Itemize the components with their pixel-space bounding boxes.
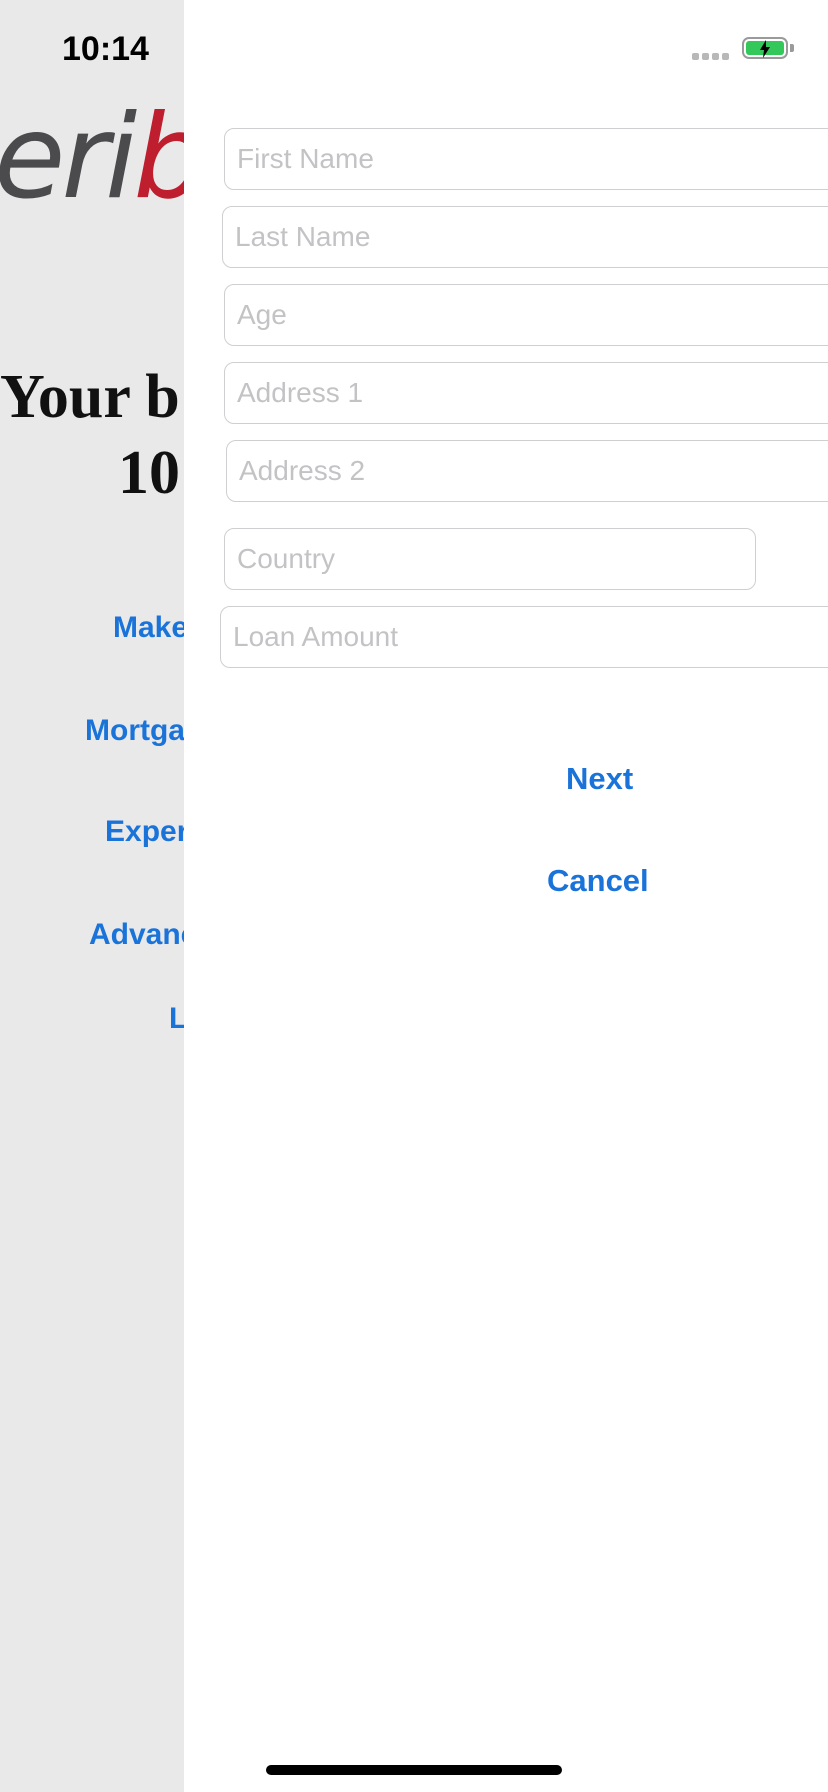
link-expenses[interactable]: Exper bbox=[105, 817, 184, 847]
link-make[interactable]: Make bbox=[113, 613, 184, 643]
address2-field[interactable] bbox=[226, 440, 828, 502]
age-field[interactable] bbox=[224, 284, 828, 346]
link-mortgage[interactable]: Mortga bbox=[85, 716, 184, 746]
status-time: 10:14 bbox=[62, 30, 149, 68]
battery-cap bbox=[790, 44, 794, 52]
first-name-field[interactable] bbox=[224, 128, 828, 190]
logo-text-dark: eri bbox=[0, 90, 137, 225]
bank-logo: erib bbox=[0, 100, 184, 216]
background-screen: erib Your b 10 Make Mortga Exper Advanc … bbox=[0, 0, 184, 1792]
balance-heading-line1: Your b bbox=[0, 363, 180, 431]
address1-field[interactable] bbox=[224, 362, 828, 424]
battery-charging-icon bbox=[742, 37, 788, 59]
next-button[interactable]: Next bbox=[566, 763, 633, 794]
last-name-field[interactable] bbox=[222, 206, 828, 268]
loan-application-sheet: Next Cancel bbox=[184, 0, 828, 1792]
link-advance[interactable]: Advanc bbox=[89, 920, 184, 950]
cancel-button[interactable]: Cancel bbox=[547, 865, 649, 896]
country-field[interactable] bbox=[224, 528, 756, 590]
balance-heading-line2: 10 bbox=[118, 439, 180, 507]
home-indicator bbox=[266, 1765, 562, 1775]
cellular-signal-icon bbox=[692, 53, 729, 60]
logo-text-red: b bbox=[133, 90, 184, 225]
loan-amount-field[interactable] bbox=[220, 606, 828, 668]
link-logout[interactable]: L bbox=[169, 1004, 184, 1034]
